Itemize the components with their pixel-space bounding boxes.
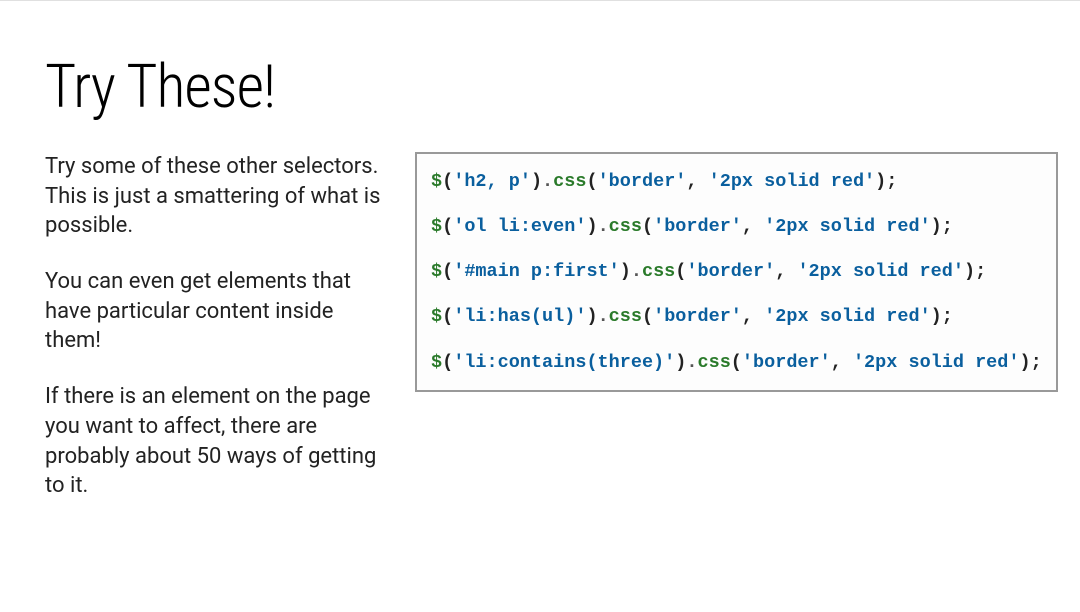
slide-container: Try These! Try some of these other selec…: [0, 1, 1080, 612]
code-line-1: $('h2, p').css('border', '2px solid red'…: [431, 170, 1042, 193]
description-column: Try some of these other selectors. This …: [45, 152, 385, 527]
code-line-2: $('ol li:even').css('border', '2px solid…: [431, 215, 1042, 238]
slide-title: Try These!: [45, 51, 1040, 122]
paragraph-1: Try some of these other selectors. This …: [45, 152, 385, 241]
code-box: $('h2, p').css('border', '2px solid red'…: [415, 152, 1058, 392]
code-column: $('h2, p').css('border', '2px solid red'…: [415, 152, 1058, 527]
paragraph-2: You can even get elements that have part…: [45, 267, 385, 356]
content-row: Try some of these other selectors. This …: [45, 152, 1040, 527]
paragraph-3: If there is an element on the page you w…: [45, 382, 385, 501]
code-line-3: $('#main p:first').css('border', '2px so…: [431, 260, 1042, 283]
code-line-5: $('li:contains(three)').css('border', '2…: [431, 351, 1042, 374]
code-line-4: $('li:has(ul)').css('border', '2px solid…: [431, 305, 1042, 328]
